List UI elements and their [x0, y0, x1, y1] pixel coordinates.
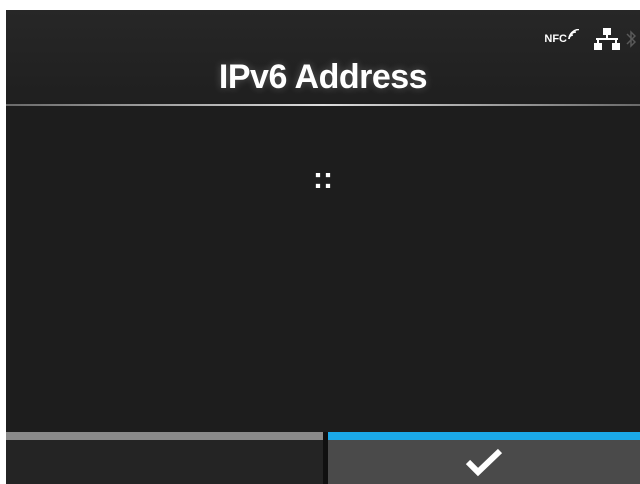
network-icon — [594, 28, 620, 50]
left-button-indicator — [6, 432, 323, 440]
header: NFC IPv6 Address — [6, 10, 640, 105]
page-title: IPv6 Address — [218, 58, 428, 96]
ipv6-address-value: :: — [313, 162, 333, 195]
bluetooth-icon — [626, 30, 636, 48]
content-area: :: — [6, 106, 640, 432]
right-button-indicator — [328, 432, 640, 440]
left-softkey-button[interactable] — [6, 440, 323, 484]
printer-screen: NFC IPv6 Address :: — [6, 10, 640, 484]
checkmark-icon — [465, 448, 503, 477]
nfc-icon: NFC — [544, 29, 580, 45]
confirm-button[interactable] — [328, 440, 640, 484]
status-icons: NFC — [544, 24, 636, 54]
nfc-label: NFC — [544, 33, 567, 45]
